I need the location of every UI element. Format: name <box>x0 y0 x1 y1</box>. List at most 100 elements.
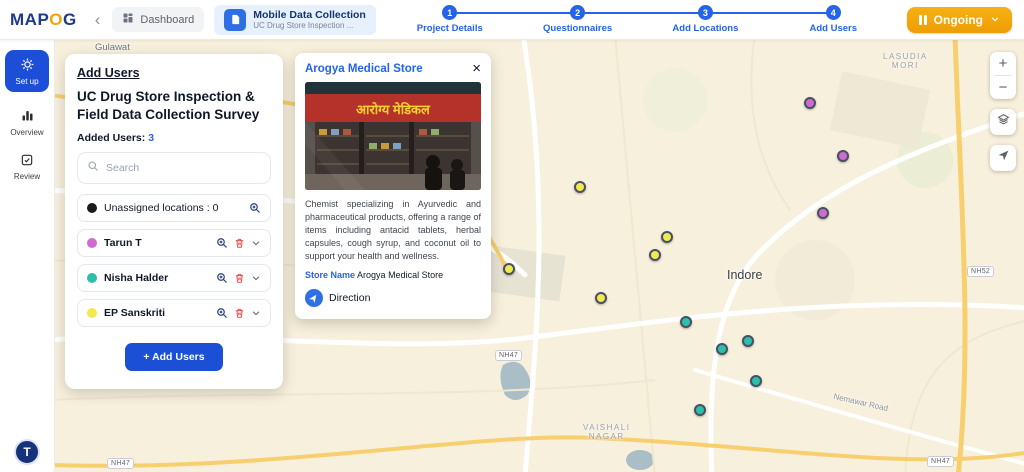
status-label: Ongoing <box>933 12 983 27</box>
direction-icon <box>305 289 323 308</box>
step-label: Add Locations <box>672 23 739 34</box>
dashboard-label: Dashboard <box>140 13 195 26</box>
step-number: 2 <box>570 5 586 20</box>
map-marker[interactable] <box>661 231 673 243</box>
add-users-button[interactable]: + Add Users <box>125 343 223 372</box>
locate-button[interactable] <box>990 145 1016 171</box>
zoom-in-button[interactable]: + <box>990 52 1016 75</box>
step-project-details[interactable]: 1 Project Details <box>386 5 514 34</box>
route-badge: NH47 <box>495 350 523 361</box>
project-subtitle: UC Drug Store Inspection ... <box>253 21 354 30</box>
rail-item-overview[interactable]: Overview <box>10 108 44 137</box>
map-label: Gulawat <box>95 42 130 53</box>
map-marker[interactable] <box>804 97 816 109</box>
chevron-down-icon <box>990 13 1000 27</box>
step-number: 1 <box>442 5 458 20</box>
map-marker[interactable] <box>837 150 849 162</box>
user-color-dot <box>87 238 97 249</box>
user-name: Nisha Halder <box>104 272 169 285</box>
user-name: Tarun T <box>104 237 142 250</box>
map-marker[interactable] <box>750 375 762 387</box>
app-window: MAPOG ‹ Dashboard Mobile Data Collection… <box>0 0 1024 472</box>
user-row[interactable]: Tarun T <box>77 229 271 258</box>
map-controls: + − <box>990 52 1016 171</box>
chevron-down-icon[interactable] <box>251 273 261 283</box>
pause-icon <box>919 14 927 25</box>
back-button[interactable]: ‹ <box>93 10 103 30</box>
map-marker[interactable] <box>649 249 661 261</box>
svg-text:आरोग्य मेडिकल: आरोग्य मेडिकल <box>356 102 431 117</box>
dashboard-grid-icon <box>122 12 134 27</box>
delete-user-icon[interactable] <box>234 307 245 319</box>
top-bar: MAPOG ‹ Dashboard Mobile Data Collection… <box>0 0 1024 40</box>
added-users-count: 3 <box>148 132 155 145</box>
project-title: Mobile Data Collection <box>253 9 366 21</box>
zoom-control: + − <box>990 52 1016 99</box>
map-marker[interactable] <box>716 343 728 355</box>
zoom-to-user-icon[interactable] <box>216 237 228 249</box>
step-add-users[interactable]: 4 Add Users <box>769 5 897 34</box>
app-logo: MAPOG <box>10 9 77 29</box>
zoom-to-user-icon[interactable] <box>216 272 228 284</box>
direction-button[interactable]: Direction <box>305 289 481 308</box>
step-number: 4 <box>825 5 841 20</box>
map-label: VAISHALI NAGAR <box>583 423 631 441</box>
map-label: Indore <box>727 268 763 282</box>
zoom-to-user-icon[interactable] <box>216 307 228 319</box>
zoom-to-locations-icon[interactable] <box>249 202 261 214</box>
map-marker[interactable] <box>742 335 754 347</box>
status-ongoing-button[interactable]: Ongoing <box>907 6 1012 33</box>
bar-chart-icon <box>20 108 35 125</box>
unassigned-label: Unassigned locations : 0 <box>104 202 219 215</box>
map-marker[interactable] <box>817 207 829 219</box>
project-file-icon <box>224 8 247 31</box>
survey-title: UC Drug Store Inspection & Field Data Co… <box>77 89 260 122</box>
rail-item-label: Set up <box>15 77 39 86</box>
map-marker[interactable] <box>503 263 515 275</box>
chevron-down-icon[interactable] <box>251 308 261 318</box>
user-color-dot <box>87 273 97 284</box>
route-badge: NH52 <box>967 266 995 277</box>
store-name-line: Store Name Arogya Medical Store <box>305 270 481 280</box>
map-marker[interactable] <box>680 316 692 328</box>
rail-item-setup[interactable]: Set up <box>5 50 49 92</box>
checkbox-check-icon <box>20 153 34 169</box>
added-users-label: Added Users: <box>77 132 146 145</box>
zoom-out-button[interactable]: − <box>990 76 1016 99</box>
search-icon <box>87 159 99 177</box>
map-label: LASUDIA MORI <box>883 52 928 70</box>
store-popup: Arogya Medical Store × आरोग्य मेडिकल Che… <box>295 53 491 320</box>
delete-user-icon[interactable] <box>234 237 245 249</box>
dashboard-button[interactable]: Dashboard <box>112 7 205 32</box>
user-color-dot <box>87 308 97 319</box>
left-rail: Set up Overview Review T <box>0 40 55 472</box>
rail-item-review[interactable]: Review <box>14 153 40 181</box>
map-marker[interactable] <box>595 292 607 304</box>
step-label: Add Users <box>809 23 857 34</box>
store-name-label: Store Name <box>305 270 356 281</box>
content-area: Set up Overview Review T Gulawat LASUDIA… <box>0 40 1024 472</box>
location-dot <box>87 203 97 214</box>
user-row[interactable]: Nisha Halder <box>77 264 271 293</box>
map-marker[interactable] <box>574 181 586 193</box>
direction-label: Direction <box>329 292 371 305</box>
project-card[interactable]: Mobile Data Collection UC Drug Store Ins… <box>214 4 376 35</box>
chevron-down-icon[interactable] <box>251 238 261 248</box>
layers-icon <box>997 113 1010 131</box>
map-canvas[interactable]: Gulawat LASUDIA MORI Indore VAISHALI NAGAR N… <box>55 40 1024 472</box>
step-add-locations[interactable]: 3 Add Locations <box>641 5 770 34</box>
rail-item-label: Review <box>13 172 41 181</box>
map-marker[interactable] <box>694 404 706 416</box>
step-number: 3 <box>697 5 713 20</box>
panel-heading: Add Users <box>77 66 140 80</box>
step-questionnaires[interactable]: 2 Questionnaires <box>513 5 642 34</box>
user-list: Unassigned locations : 0 Tarun T Nisha H… <box>77 194 271 328</box>
user-row[interactable]: EP Sanskriti <box>77 299 271 328</box>
layers-button[interactable] <box>990 109 1016 135</box>
store-photo: आरोग्य मेडिकल <box>305 82 481 190</box>
rail-item-label: Overview <box>10 128 44 137</box>
search-input[interactable] <box>106 162 261 175</box>
delete-user-icon[interactable] <box>234 272 245 284</box>
close-icon[interactable]: × <box>472 61 481 76</box>
user-avatar[interactable]: T <box>14 439 40 465</box>
